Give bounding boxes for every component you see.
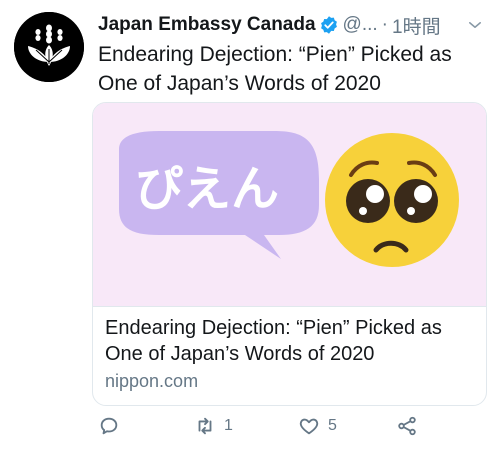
chevron-down-icon[interactable] <box>466 16 484 34</box>
heart-icon <box>299 418 319 435</box>
verified-badge-icon <box>320 16 337 34</box>
share-button[interactable] <box>396 415 418 437</box>
reply-icon <box>100 417 118 435</box>
paulownia-crest-icon <box>14 12 84 82</box>
pien-illustration: ぴえん <box>93 103 486 306</box>
share-icon <box>398 416 416 436</box>
retweet-icon <box>198 417 212 435</box>
tweet-header: Japan Embassy Canada @... · 1時間 <box>98 12 484 38</box>
card-domain: nippon.com <box>105 371 199 391</box>
card-body: Endearing Dejection: “Pien” Picked as On… <box>93 306 486 402</box>
reply-button[interactable] <box>98 415 128 437</box>
retweet-button[interactable]: 1 <box>194 415 233 437</box>
separator-dot: · <box>381 14 388 35</box>
card-title: Endearing Dejection: “Pien” Picked as On… <box>105 317 442 365</box>
link-preview-card[interactable]: ぴえん Endearing Dejection: “Pien” Picked a… <box>92 102 487 406</box>
tweet-text: Endearing Dejection: “Pien” Picked as On… <box>98 43 452 95</box>
author-name[interactable]: Japan Embassy Canada <box>98 14 316 36</box>
like-count: 5 <box>328 417 337 434</box>
retweet-count: 1 <box>224 417 233 434</box>
author-avatar[interactable] <box>14 12 84 82</box>
like-button[interactable]: 5 <box>298 415 337 437</box>
bubble-text: ぴえん <box>135 161 279 217</box>
tweet-timestamp[interactable]: 1時間 <box>392 12 441 39</box>
card-image: ぴえん <box>93 103 486 306</box>
tweet-actions: 1 5 <box>92 415 485 445</box>
author-handle[interactable]: @... <box>343 14 378 36</box>
